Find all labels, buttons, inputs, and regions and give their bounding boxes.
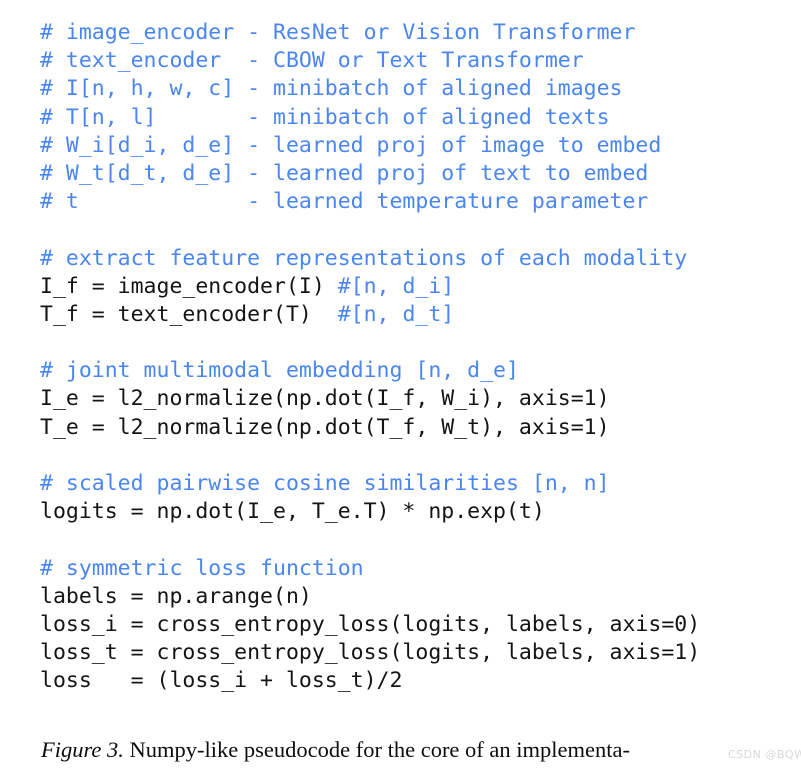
code-token: I_f = image_encoder(I) [40,273,338,299]
code-line: # joint multimodal embedding [n, d_e] [40,357,780,385]
comment-token: # t - learned temperature parameter [40,189,649,215]
comment-token: # symmetric loss function [40,555,364,581]
code-line: # text_encoder - CBOW or Text Transforme… [40,47,780,75]
figure-caption-label: Figure 3. [41,737,124,762]
code-line: # extract feature representations of eac… [40,245,780,273]
comment-token: # joint multimodal embedding [n, d_e] [40,358,519,384]
code-line: # W_i[d_i, d_e] - learned proj of image … [40,132,780,160]
code-line: logits = np.dot(I_e, T_e.T) * np.exp(t) [40,498,780,526]
comment-token: # T[n, l] - minibatch of aligned texts [40,104,610,130]
code-line: # t - learned temperature parameter [40,188,780,216]
code-line: # T[n, l] - minibatch of aligned texts [40,104,780,132]
code-token: T_f = text_encoder(T) [40,301,338,327]
comment-token: # text_encoder - CBOW or Text Transforme… [40,48,584,74]
figure-root: # image_encoder - ResNet or Vision Trans… [0,0,801,777]
code-line: labels = np.arange(n) [40,583,780,611]
comment-token: # scaled pairwise cosine similarities [n… [40,471,610,496]
comment-token: #[n, d_i] [337,273,455,299]
code-line: loss = (loss_i + loss_t)/2 [40,667,780,695]
comment-token: # image_encoder - ResNet or Vision Trans… [40,20,636,45]
code-token: T_e = l2_normalize(np.dot(T_f, W_t), axi… [40,414,610,440]
code-line: loss_i = cross_entropy_loss(logits, labe… [40,611,780,639]
code-line: loss_t = cross_entropy_loss(logits, labe… [40,639,780,667]
code-line: # I[n, h, w, c] - minibatch of aligned i… [40,75,780,103]
code-line: # symmetric loss function [40,555,780,583]
comment-token: # W_t[d_t, d_e] - learned proj of text t… [40,160,649,186]
code-line: # W_t[d_t, d_e] - learned proj of text t… [40,160,780,188]
pseudocode-block: # image_encoder - ResNet or Vision Trans… [40,19,780,696]
code-line: I_f = image_encoder(I) #[n, d_i] [40,273,780,301]
code-line: T_e = l2_normalize(np.dot(T_f, W_t), axi… [40,414,780,442]
code-line: # image_encoder - ResNet or Vision Trans… [40,19,780,47]
comment-token: # I[n, h, w, c] - minibatch of aligned i… [40,76,623,102]
comment-token: # extract feature representations of eac… [40,245,688,271]
code-token: loss = (loss_i + loss_t)/2 [40,668,403,694]
code-token: loss_t = cross_entropy_loss(logits, labe… [40,640,701,666]
code-line: # scaled pairwise cosine similarities [n… [40,470,780,498]
code-line: I_e = l2_normalize(np.dot(I_f, W_i), axi… [40,385,780,413]
code-token: I_e = l2_normalize(np.dot(I_f, W_i), axi… [40,386,610,412]
figure-caption-text: Numpy-like pseudocode for the core of an… [123,737,630,762]
code-token: logits = np.dot(I_e, T_e.T) * np.exp(t) [40,499,545,525]
code-token: loss_i = cross_entropy_loss(logits, labe… [40,611,701,637]
comment-token: # W_i[d_i, d_e] - learned proj of image … [40,132,662,158]
code-token: labels = np.arange(n) [40,583,312,609]
code-line: T_f = text_encoder(T) #[n, d_t] [40,301,780,329]
figure-caption: Figure 3. Numpy-like pseudocode for the … [41,735,786,765]
comment-token: #[n, d_t] [337,301,455,327]
